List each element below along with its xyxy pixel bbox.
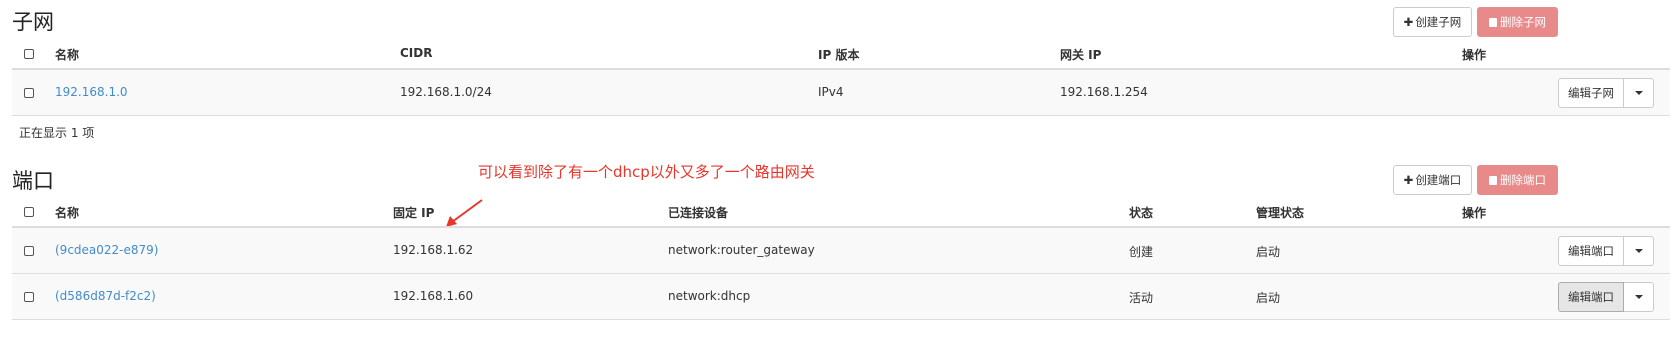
- column-header-attached-device[interactable]: 已连接设备: [668, 204, 728, 221]
- select-all-subnets-checkbox[interactable]: [24, 49, 34, 59]
- row-checkbox[interactable]: [24, 246, 34, 256]
- table-row: 192.168.1.0 192.168.1.0/24 IPv4 192.168.…: [12, 70, 1670, 116]
- plus-icon: ✚: [1403, 173, 1414, 187]
- delete-subnet-label: 删除子网: [1500, 15, 1546, 29]
- port-name-link[interactable]: (d586d87d-f2c2): [55, 289, 156, 303]
- port-name-link[interactable]: (9cdea022-e879): [55, 243, 158, 257]
- port-admin-state: 启动: [1256, 245, 1281, 259]
- subnets-section-title: 子网: [12, 10, 54, 34]
- trash-icon: [1489, 18, 1497, 27]
- port-admin-state: 启动: [1256, 291, 1281, 305]
- column-header-name[interactable]: 名称: [55, 46, 79, 63]
- subnet-name-link[interactable]: 192.168.1.0: [55, 85, 128, 99]
- chevron-down-icon[interactable]: [1624, 282, 1654, 312]
- column-header-actions: 操作: [1462, 206, 1487, 220]
- port-status: 创建: [1129, 245, 1154, 259]
- port-action-group: 编辑端口: [1558, 236, 1654, 266]
- create-port-button[interactable]: ✚ 创建端口: [1393, 165, 1472, 195]
- port-fixed-ip: 192.168.1.62: [393, 243, 474, 257]
- subnet-cidr: 192.168.1.0/24: [400, 85, 492, 99]
- port-status: 活动: [1129, 291, 1154, 305]
- subnets-count-text: 正在显示 1 项: [19, 126, 95, 140]
- subnet-gateway-ip: 192.168.1.254: [1060, 85, 1148, 99]
- ports-table-header: 名称 固定 IP 已连接设备 状态 管理状态 操作: [12, 194, 1670, 228]
- port-fixed-ip: 192.168.1.60: [393, 289, 474, 303]
- delete-port-button[interactable]: 删除端口: [1477, 165, 1558, 195]
- column-header-ip-version[interactable]: IP 版本: [818, 46, 859, 63]
- column-header-cidr[interactable]: CIDR: [400, 46, 432, 60]
- ports-table: 名称 固定 IP 已连接设备 状态 管理状态 操作 (9cdea022-e879…: [12, 194, 1670, 320]
- subnet-ip-version: IPv4: [818, 85, 844, 99]
- column-header-gateway-ip[interactable]: 网关 IP: [1060, 46, 1101, 63]
- subnets-table: 名称 CIDR IP 版本 网关 IP 操作 192.168.1.0 192.1…: [12, 36, 1670, 116]
- column-header-name[interactable]: 名称: [55, 204, 79, 221]
- plus-icon: ✚: [1403, 15, 1414, 29]
- column-header-status[interactable]: 状态: [1129, 204, 1153, 221]
- subnets-table-header: 名称 CIDR IP 版本 网关 IP 操作: [12, 36, 1670, 70]
- chevron-down-icon[interactable]: [1624, 236, 1654, 266]
- column-header-actions: 操作: [1462, 48, 1487, 62]
- table-row: (d586d87d-f2c2) 192.168.1.60 network:dhc…: [12, 274, 1670, 320]
- delete-port-label: 删除端口: [1500, 173, 1546, 187]
- row-checkbox[interactable]: [24, 88, 34, 98]
- annotation-text: 可以看到除了有一个dhcp以外又多了一个路由网关: [478, 163, 815, 181]
- column-header-fixed-ip[interactable]: 固定 IP: [393, 204, 434, 221]
- edit-port-button[interactable]: 编辑端口: [1558, 282, 1624, 312]
- delete-subnet-button[interactable]: 删除子网: [1477, 7, 1558, 37]
- edit-subnet-button[interactable]: 编辑子网: [1558, 78, 1624, 108]
- port-attached-device: network:dhcp: [668, 289, 751, 303]
- port-attached-device: network:router_gateway: [668, 243, 815, 257]
- chevron-down-icon[interactable]: [1624, 78, 1654, 108]
- edit-port-button[interactable]: 编辑端口: [1558, 236, 1624, 266]
- create-subnet-label: 创建子网: [1415, 15, 1462, 29]
- port-action-group: 编辑端口: [1558, 282, 1654, 312]
- subnet-action-group: 编辑子网: [1558, 78, 1654, 108]
- ports-section-title: 端口: [12, 169, 54, 193]
- row-checkbox[interactable]: [24, 292, 34, 302]
- select-all-ports-checkbox[interactable]: [24, 207, 34, 217]
- trash-icon: [1489, 176, 1497, 185]
- column-header-admin-state[interactable]: 管理状态: [1256, 204, 1304, 221]
- table-row: (9cdea022-e879) 192.168.1.62 network:rou…: [12, 228, 1670, 274]
- create-subnet-button[interactable]: ✚ 创建子网: [1393, 7, 1472, 37]
- create-port-label: 创建端口: [1415, 173, 1462, 187]
